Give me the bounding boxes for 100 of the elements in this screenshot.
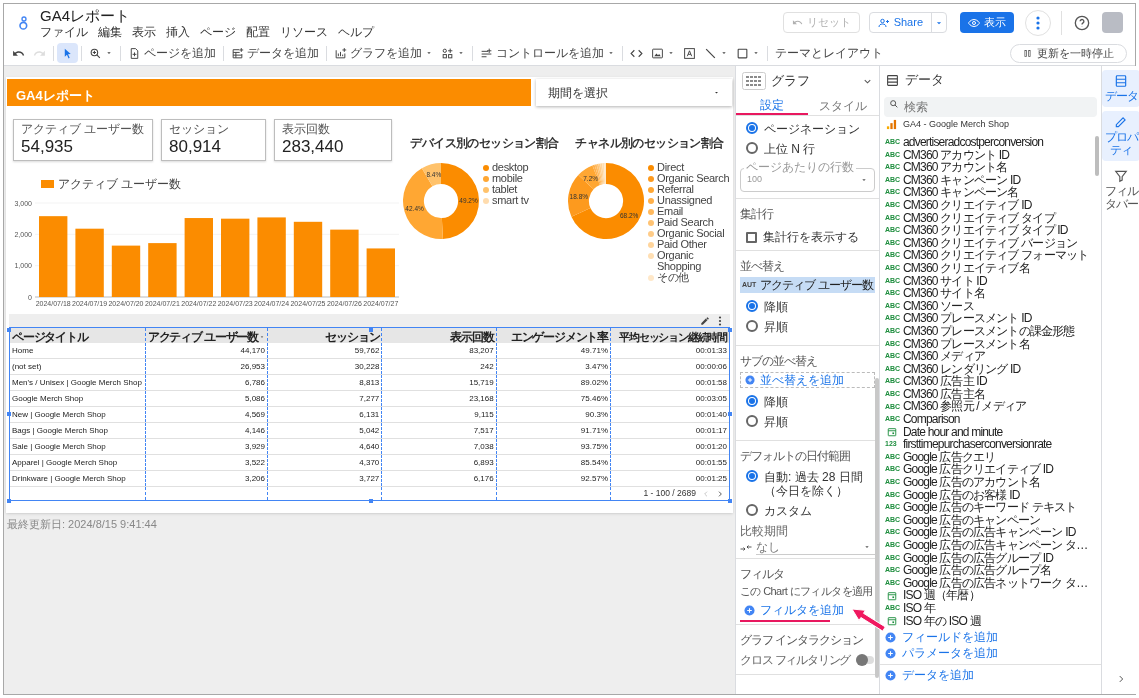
add-filter-link[interactable]: フィルタを追加 xyxy=(740,601,844,619)
legend-label: Organic Shopping xyxy=(657,250,703,272)
add-parameter-link[interactable]: パラメータを追加 xyxy=(880,645,1101,661)
column-header[interactable]: 表示回数 xyxy=(382,328,497,347)
field-item[interactable]: CM360 サイト ID xyxy=(903,274,987,288)
tab[interactable]: スタイル xyxy=(807,96,879,115)
field-item[interactable]: CM360 レンダリング ID xyxy=(903,362,1021,376)
filter-description: この Chart にフィルタを適用 xyxy=(740,585,873,598)
field-item[interactable]: CM360 クリエイティブ フォーマット xyxy=(903,249,1089,262)
field-item[interactable]: ISO 年 xyxy=(903,601,935,615)
field-item[interactable]: CM360 キャンペーン ID xyxy=(903,173,1021,187)
menu-item[interactable]: リソース xyxy=(280,24,328,39)
field-item[interactable]: CM360 クリエイティブ ID xyxy=(903,198,1032,212)
column-header[interactable]: 平均セッション継続時間 xyxy=(611,328,729,347)
field-item[interactable]: Comparison xyxy=(903,413,960,426)
field-item[interactable]: Google 広告のキーワード テキスト xyxy=(903,501,1077,514)
table-cell-text: 00:01:55 xyxy=(694,456,728,469)
field-item[interactable]: Google 広告のキャンペーン xyxy=(903,513,1041,527)
add-chart-button[interactable]: グラフを追加 xyxy=(330,43,437,63)
legend-label: Referral xyxy=(657,184,694,195)
side-tab[interactable]: データ xyxy=(1102,70,1139,107)
field-item[interactable]: CM360 ソース xyxy=(903,299,974,313)
scorecard-label: アクティブ ユーザー数 xyxy=(21,122,145,136)
table-cell: 49.71% xyxy=(496,343,611,359)
field-item[interactable]: Google 広告クエリ xyxy=(903,450,996,464)
view-button[interactable]: 表示 xyxy=(960,12,1014,33)
section-heading: フィルタ xyxy=(740,567,784,581)
field-item[interactable]: ISO 年の ISO 週 xyxy=(903,614,981,628)
side-tab[interactable]: フィルタバー xyxy=(1102,165,1139,215)
data-source-name[interactable]: GA4 - Google Merch Shop xyxy=(903,117,1010,132)
date-range-dropdown[interactable]: 期間を選択 xyxy=(536,79,732,106)
menu-item[interactable]: ファイル xyxy=(40,24,88,39)
field-item[interactable]: CM360 クリエイティブ バージョン xyxy=(903,236,1078,250)
table-cell: 4,640 xyxy=(268,439,383,455)
menu-item[interactable]: 挿入 xyxy=(166,24,190,39)
legend-label: その他 xyxy=(657,272,690,283)
table-cell: Men's / Unisex | Google Merch Shop xyxy=(10,375,146,391)
table-cell-text: 00:00:06 xyxy=(694,360,728,373)
field-item[interactable]: CM360 プレースメントの課金形態 xyxy=(903,324,1075,338)
last-updated-text: 最終更新日: 2024/8/15 9:41:44 xyxy=(7,517,158,532)
report-title[interactable]: GA4レポート xyxy=(40,6,374,25)
radio-label: 降順 xyxy=(764,395,788,409)
field-item[interactable]: CM360 広告主名 xyxy=(903,387,986,401)
field-item[interactable]: CM360 クリエイティブ タイプ xyxy=(903,211,1055,225)
menu-item[interactable]: 配置 xyxy=(246,24,270,39)
field-item[interactable]: CM360 プレースメント ID xyxy=(903,312,1032,325)
field-item[interactable]: Google 広告の広告キャンペーン タ… xyxy=(903,539,1088,552)
column-header[interactable]: アクティブ ユーザー数 xyxy=(146,328,268,347)
section-heading: 並べ替え xyxy=(740,259,784,273)
field-item[interactable]: CM360 プレースメント名 xyxy=(903,337,1030,351)
field-item[interactable]: Date hour and minute xyxy=(903,425,1003,439)
add-control-button[interactable]: コントロールを追加 xyxy=(476,43,619,63)
add-field-link[interactable]: フィールドを追加 xyxy=(880,629,1101,645)
table-cell: Apparel | Google Merch Shop xyxy=(10,455,146,471)
radio-label: 昇順 xyxy=(764,415,788,429)
theme-button[interactable]: テーマとレイアウト xyxy=(771,43,887,63)
field-item[interactable]: Google 広告クリエイティブ ID xyxy=(903,463,1054,477)
side-tab[interactable]: プロパティ xyxy=(1102,111,1139,161)
legend-label: smart tv xyxy=(492,195,529,206)
field-item[interactable]: Google 広告の広告ネットワーク タ… xyxy=(903,576,1088,590)
search-field[interactable]: 検索 xyxy=(884,97,1097,117)
table-cell-text: 00:01:20 xyxy=(694,440,728,453)
add-sort-button[interactable]: 並べ替えを追加 xyxy=(740,372,875,388)
add-page-button[interactable]: ページを追加 xyxy=(124,43,220,63)
menu-item[interactable]: 編集 xyxy=(98,24,122,39)
table-cell-text: 00:01:40 xyxy=(694,408,728,421)
table-cell: Bags | Google Merch Shop xyxy=(10,423,146,439)
menu-item[interactable]: 表示 xyxy=(132,24,156,39)
tab[interactable]: 設定 xyxy=(736,96,808,115)
field-item[interactable]: advertiseradcostperconversion xyxy=(903,136,1044,149)
column-header[interactable]: エンゲージメント率 xyxy=(496,328,611,347)
add-data-link[interactable]: データを追加 xyxy=(880,667,1101,683)
field-item[interactable]: CM360 クリエイティブ タイプ ID xyxy=(903,224,1068,237)
legend-label: Organic Social xyxy=(657,228,725,239)
table-cell: 26,953 xyxy=(146,359,268,375)
radio-label: 上位 N 行 xyxy=(764,142,816,156)
field-item[interactable]: Google 広告のお客様 ID xyxy=(903,488,1020,502)
field-item[interactable]: CM360 サイト名 xyxy=(903,287,986,300)
table-cell: 23,168 xyxy=(382,391,497,407)
field-item[interactable]: CM360 キャンペーン名 xyxy=(903,186,1019,199)
radio-label: 自動: 過去 28 日間（今日を除く） xyxy=(764,470,864,498)
field-item[interactable]: Google 広告の広告グループ名 xyxy=(903,564,1052,577)
field-item[interactable]: ISO 週（年暦） xyxy=(903,589,980,602)
field-item[interactable]: CM360 メディア xyxy=(903,350,986,363)
table-cell: 44,170 xyxy=(146,343,268,359)
field-item[interactable]: CM360 参照元 / メディア xyxy=(903,400,1027,414)
field-item[interactable]: Google 広告の広告グループ ID xyxy=(903,551,1054,565)
field-item[interactable]: Google 広告のアカウント名 xyxy=(903,476,1041,489)
field-item[interactable]: CM360 アカウント名 xyxy=(903,161,1008,174)
add-data-button[interactable]: データを追加 xyxy=(227,43,323,63)
page-title: GA4レポート xyxy=(16,86,95,105)
panel-title: グラフ xyxy=(771,72,811,91)
field-item[interactable]: CM360 アカウント ID xyxy=(903,148,1010,162)
field-item[interactable]: Google 広告の広告キャンペーン ID xyxy=(903,526,1076,539)
field-item[interactable]: CM360 クリエイティブ名 xyxy=(903,261,1030,275)
field-item[interactable]: CM360 広告主 ID xyxy=(903,375,987,388)
menu-item[interactable]: ページ xyxy=(200,24,236,39)
scorecard-value: 54,935 xyxy=(21,136,74,157)
field-item[interactable]: firsttimepurchaserconversionrate xyxy=(903,438,1052,451)
menu-item[interactable]: ヘルプ xyxy=(338,24,374,39)
